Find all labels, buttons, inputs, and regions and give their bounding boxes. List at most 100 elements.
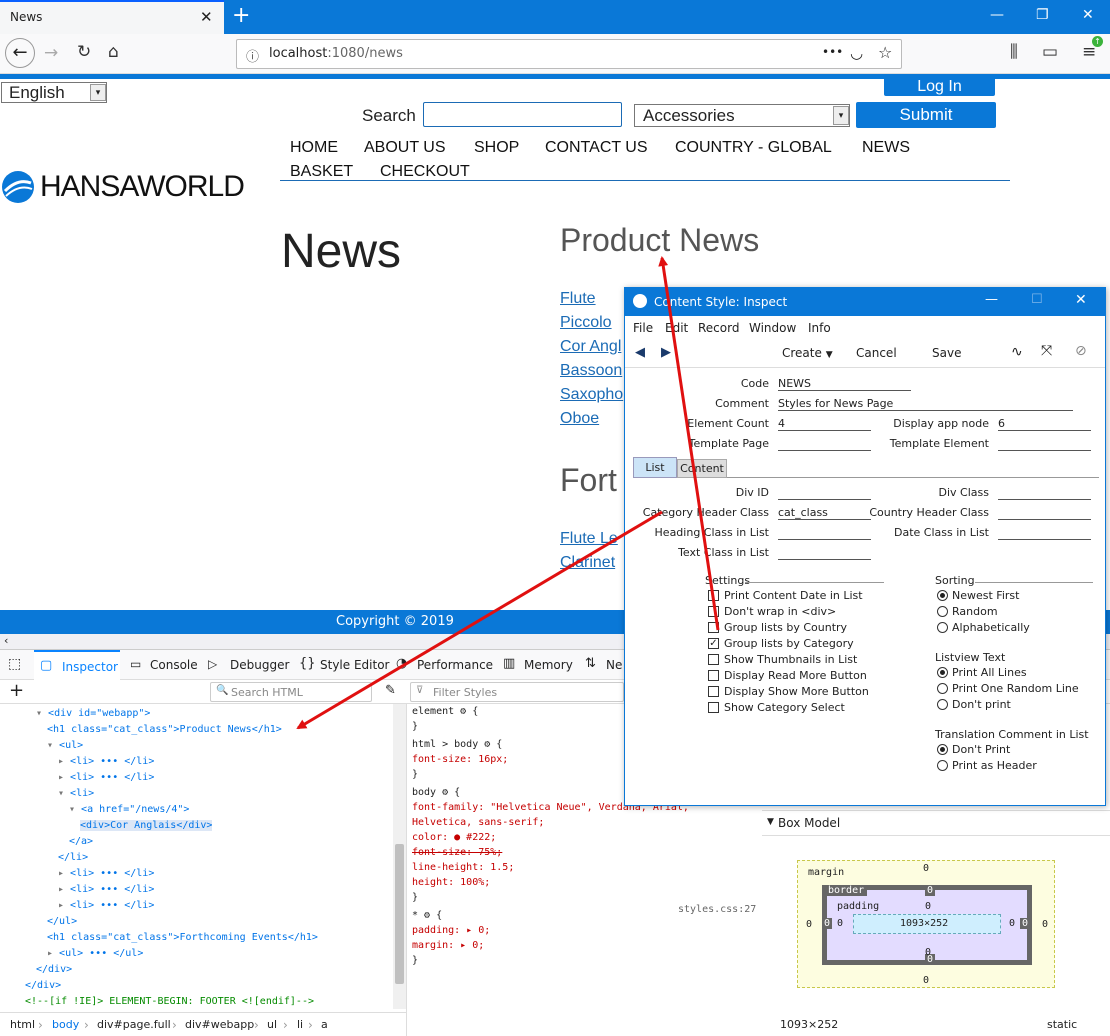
box-model-header[interactable]: ▼ Box Model <box>762 810 1110 836</box>
css-rule-line[interactable]: font-size: 75%; <box>412 847 502 858</box>
page-actions-icon[interactable]: ••• <box>822 45 843 59</box>
save-button[interactable]: Save <box>932 346 961 360</box>
border-right-value[interactable]: 0 <box>1020 918 1031 929</box>
menu-edit[interactable]: Edit <box>665 321 688 335</box>
minimize-icon[interactable]: — <box>990 7 1004 23</box>
tab-list[interactable]: List <box>633 457 677 478</box>
html-tree-line[interactable]: ▸ <li> ••• </li> <box>58 900 154 911</box>
pick-element-icon[interactable]: ⬚ <box>8 656 21 672</box>
css-rule-line[interactable]: } <box>412 769 418 780</box>
fullscreen-icon[interactable]: ⤧ <box>1041 343 1052 359</box>
home-icon[interactable]: ⌂ <box>108 42 119 62</box>
html-tree-line[interactable]: ▸ <li> ••• </li> <box>58 772 154 783</box>
css-rule-line[interactable]: } <box>412 721 418 732</box>
nav-checkout[interactable]: CHECKOUT <box>380 163 470 181</box>
div-class-field[interactable] <box>998 486 1091 500</box>
new-tab-icon[interactable]: + <box>232 3 250 28</box>
breadcrumb-item[interactable]: li <box>297 1018 303 1031</box>
breadcrumb-item[interactable]: div#webapp <box>185 1018 254 1031</box>
search-html-input[interactable]: 🔍 Search HTML <box>210 682 372 702</box>
browser-tab[interactable]: News ✕ <box>0 0 224 34</box>
window-titlebar[interactable]: Content Style: Inspect — ☐ ✕ <box>625 288 1105 316</box>
cancel-button[interactable]: Cancel <box>856 346 897 360</box>
breadcrumb-item[interactable]: a <box>321 1018 328 1031</box>
element-count-field[interactable]: 4 <box>778 417 871 431</box>
html-tree-line[interactable]: ▾ <ul> <box>47 740 83 751</box>
template-page-field[interactable] <box>778 437 871 451</box>
reload-icon[interactable]: ↻ <box>77 42 91 62</box>
nav-country[interactable]: COUNTRY - GLOBAL <box>675 139 832 157</box>
library-icon[interactable]: ⫼ <box>1010 42 1018 62</box>
html-tree-line[interactable]: ▸ <li> ••• </li> <box>58 884 154 895</box>
padding-left-value[interactable]: 0 <box>837 918 843 929</box>
css-rule-line[interactable]: line-height: 1.5; <box>412 862 514 873</box>
login-button[interactable]: Log In <box>884 79 995 96</box>
pocket-icon[interactable]: ◡ <box>850 44 863 62</box>
sidebar-icon[interactable]: ▭ <box>1042 42 1058 62</box>
product-link[interactable]: Saxopho <box>560 386 623 404</box>
html-tree-line[interactable]: ▾ <a href="/news/4"> <box>69 804 189 815</box>
html-tree-line[interactable]: </div> <box>36 964 72 975</box>
eyedropper-icon[interactable]: ✎ <box>385 683 396 698</box>
activity-icon[interactable]: ∿ <box>1011 344 1023 360</box>
close-icon[interactable]: ✕ <box>1075 292 1087 308</box>
scroll-left-icon[interactable]: ‹ <box>4 634 8 647</box>
expand-arrow-icon[interactable]: ▸ <box>58 900 70 911</box>
tab-style-editor[interactable]: Style Editor <box>320 658 389 672</box>
product-link[interactable]: Flute <box>560 290 596 308</box>
margin-bottom-value[interactable]: 0 <box>923 975 929 986</box>
close-tab-icon[interactable]: ✕ <box>200 8 213 26</box>
breadcrumb-item[interactable]: body <box>52 1018 79 1031</box>
expand-arrow-icon[interactable]: ▸ <box>47 948 59 959</box>
info-icon[interactable]: ⓘ <box>246 46 259 65</box>
maximize-icon[interactable]: ☐ <box>1031 292 1043 307</box>
menu-file[interactable]: File <box>633 321 653 335</box>
next-record-icon[interactable]: ▶ <box>661 345 671 360</box>
tab-network[interactable]: Ne <box>606 658 622 672</box>
nav-contact[interactable]: CONTACT US <box>545 139 648 157</box>
product-link[interactable]: Cor Angl <box>560 338 621 356</box>
submit-button[interactable]: Submit <box>856 102 996 128</box>
css-source-link[interactable]: styles.css:27 <box>678 904 756 915</box>
css-rule-line[interactable]: color: ● #222; <box>412 832 496 843</box>
margin-top-value[interactable]: 0 <box>923 863 929 874</box>
html-tree-line[interactable]: <div>Cor Anglais</div> <box>80 820 213 831</box>
minimize-icon[interactable]: — <box>985 292 998 307</box>
border-left-value[interactable]: 0 <box>822 918 833 929</box>
html-scrollbar[interactable] <box>393 704 406 1009</box>
category-select[interactable]: Accessories ▾ <box>634 104 850 127</box>
product-link[interactable]: Piccolo <box>560 314 612 332</box>
bookmark-star-icon[interactable]: ☆ <box>878 43 892 62</box>
margin-left-value[interactable]: 0 <box>806 919 812 930</box>
language-select[interactable]: English ▾ <box>1 82 107 103</box>
css-rule-line[interactable]: html > body ⚙ { <box>412 739 502 750</box>
html-tree-line[interactable]: ▸ <li> ••• </li> <box>58 756 154 767</box>
product-link[interactable]: Bassoon <box>560 362 622 380</box>
css-rule-line[interactable]: body ⚙ { <box>412 787 460 798</box>
back-icon[interactable]: ← <box>5 38 35 68</box>
html-tree-line[interactable]: ▾ <div id="webapp"> <box>36 708 150 719</box>
forward-icon[interactable]: → <box>44 43 58 63</box>
comment-field[interactable]: Styles for News Page <box>778 397 1073 411</box>
expand-arrow-icon[interactable]: ▾ <box>58 788 70 799</box>
menu-record[interactable]: Record <box>698 321 739 335</box>
expand-arrow-icon[interactable]: ▸ <box>58 884 70 895</box>
tab-inspector[interactable]: ▢ Inspector <box>34 650 120 680</box>
border-top-value[interactable]: 0 <box>925 885 936 896</box>
tab-console[interactable]: Console <box>150 658 198 672</box>
restore-icon[interactable]: ❐ <box>1036 7 1049 23</box>
filter-styles-input[interactable]: ⊽ Filter Styles <box>410 682 624 702</box>
css-rule-line[interactable]: Helvetica, sans-serif; <box>412 817 544 828</box>
prev-record-icon[interactable]: ◀ <box>635 345 645 360</box>
tab-content[interactable]: Content <box>677 459 727 478</box>
css-rule-line[interactable]: * ⚙ { <box>412 910 442 921</box>
breadcrumb-item[interactable]: div#page.full <box>97 1018 171 1031</box>
tab-performance[interactable]: Performance <box>417 658 493 672</box>
close-window-icon[interactable]: ✕ <box>1082 7 1094 23</box>
country-header-class-field[interactable] <box>998 506 1091 520</box>
html-tree-line[interactable]: ▸ <ul> ••• </ul> <box>47 948 143 959</box>
tab-debugger[interactable]: Debugger <box>230 658 289 672</box>
padding-bottom-value[interactable]: 0 <box>925 947 931 958</box>
display-app-node-field[interactable]: 6 <box>998 417 1091 431</box>
html-tree-line[interactable]: </li> <box>58 852 88 863</box>
